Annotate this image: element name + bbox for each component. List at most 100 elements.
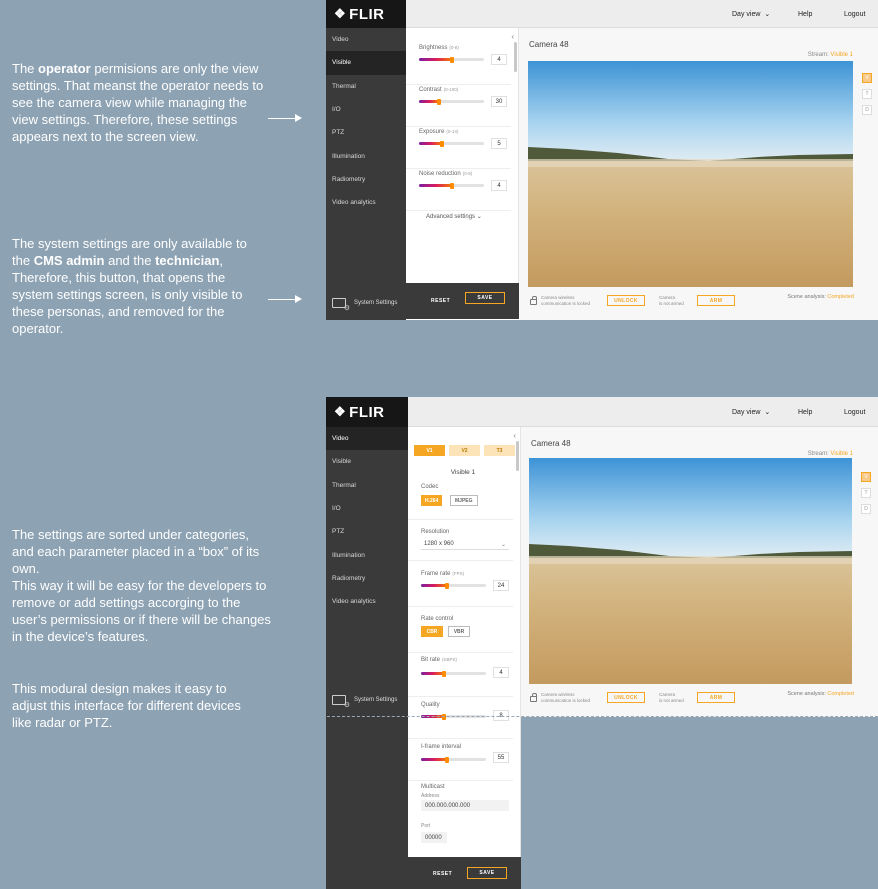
camera-feed[interactable] <box>528 61 853 287</box>
slider-handle[interactable] <box>449 182 454 189</box>
monitor-gear-icon <box>332 695 350 709</box>
sidebar-item-illumination[interactable]: Illumination <box>326 144 406 167</box>
sidebar-item-visible[interactable]: Visible <box>326 450 408 473</box>
sidebar-item-radiometry[interactable]: Radiometry <box>326 168 406 191</box>
sidebar-item-thermal[interactable]: Thermal <box>326 75 406 98</box>
slider-handle[interactable] <box>449 56 454 63</box>
slider-handle[interactable] <box>445 582 449 589</box>
stream-tabs: V1 V2 T3 <box>414 445 515 456</box>
slider-fill <box>419 100 439 103</box>
noise-reduction-value[interactable]: 4 <box>491 180 507 191</box>
logout-link[interactable]: Logout <box>844 397 865 427</box>
camera-title: Camera 48 <box>529 40 569 49</box>
contrast-value[interactable]: 30 <box>491 96 507 107</box>
rate-control-cbr-option[interactable]: CBR <box>421 626 443 637</box>
param-label: I-frame interval <box>421 744 462 750</box>
multicast-port-field[interactable]: 00000 <box>421 832 447 843</box>
panel-scrollbar[interactable] <box>516 441 519 471</box>
camera-feed[interactable] <box>529 458 852 684</box>
panel-scrollbar[interactable] <box>514 42 517 72</box>
bit-rate-slider[interactable] <box>421 670 486 677</box>
dual-channel-button[interactable]: D <box>861 504 871 514</box>
video-settings-panel: ‹ V1 V2 T3 Visible 1 Codec H.264 MJPEG R… <box>408 427 521 857</box>
sidebar-item-ptz[interactable]: PTZ <box>326 520 408 543</box>
visible-channel-button[interactable]: V <box>862 73 872 83</box>
param-iframe-interval: I-frame interval 55 <box>408 741 513 781</box>
unlock-button[interactable]: UNLOCK <box>607 692 645 703</box>
param-exposure: Exposure (0-14) 5 <box>406 129 511 169</box>
slider-handle[interactable] <box>445 756 449 763</box>
save-button[interactable]: SAVE <box>467 867 507 879</box>
slider-fill <box>421 584 447 587</box>
lock-icon <box>530 296 537 305</box>
codec-h264-option[interactable]: H.264 <box>421 495 443 506</box>
arm-status: Camera is not armed <box>659 692 684 703</box>
help-link[interactable]: Help <box>798 397 812 427</box>
frame-rate-slider[interactable] <box>421 582 486 589</box>
tab-v2[interactable]: V2 <box>449 445 480 456</box>
tab-t3[interactable]: T3 <box>484 445 515 456</box>
brightness-slider[interactable] <box>419 56 484 63</box>
operator-arrow <box>268 114 302 122</box>
reset-button[interactable]: RESET <box>433 871 452 877</box>
system-settings-button[interactable]: System Settings <box>332 695 397 709</box>
iframe-interval-value[interactable]: 55 <box>493 752 509 763</box>
flir-logo: ❖ FLIR <box>326 397 408 427</box>
noise-reduction-slider[interactable] <box>419 182 484 189</box>
sidebar-item-thermal[interactable]: Thermal <box>326 474 408 497</box>
iframe-interval-slider[interactable] <box>421 756 486 763</box>
sidebar-item-io[interactable]: I/O <box>326 497 408 520</box>
sidebar-item-video-analytics[interactable]: Video analytics <box>326 590 408 613</box>
resolution-dropdown[interactable]: 1280 x 960 ⌄ <box>421 539 509 550</box>
bit-rate-value[interactable]: 4 <box>493 667 509 678</box>
sidebar-item-visible[interactable]: Visible <box>326 51 406 75</box>
day-view-dropdown[interactable]: Day view ⌄ <box>732 397 770 427</box>
chevron-down-icon: ⌄ <box>764 11 771 18</box>
thermal-channel-button[interactable]: T <box>861 488 871 498</box>
sidebar-item-ptz[interactable]: PTZ <box>326 121 406 144</box>
collapse-panel-icon[interactable]: ‹ <box>513 431 516 440</box>
sidebar-item-video[interactable]: Video <box>326 427 408 451</box>
annotation-bold: technician <box>155 253 220 268</box>
sidebar-item-io[interactable]: I/O <box>326 98 406 121</box>
multicast-address-field[interactable]: 000.000.000.000 <box>421 800 509 811</box>
logout-link[interactable]: Logout <box>844 0 865 28</box>
exposure-value[interactable]: 5 <box>491 138 507 149</box>
system-settings-button[interactable]: System Settings <box>332 298 397 312</box>
reset-button[interactable]: RESET <box>431 298 450 304</box>
thermal-channel-button[interactable]: T <box>862 89 872 99</box>
slider-handle[interactable] <box>440 140 445 147</box>
annotation-text: and the <box>104 253 156 268</box>
exposure-slider[interactable] <box>419 140 484 147</box>
unlock-button[interactable]: UNLOCK <box>607 295 645 306</box>
contrast-slider[interactable] <box>419 98 484 105</box>
slider-fill <box>419 184 452 187</box>
flir-mark-icon: ❖ <box>334 6 347 21</box>
sidebar-item-illumination[interactable]: Illumination <box>326 543 408 566</box>
slider-handle[interactable] <box>436 98 441 105</box>
collapse-panel-icon[interactable]: ‹ <box>511 32 514 41</box>
arm-button[interactable]: ARM <box>697 692 735 703</box>
visible-channel-button[interactable]: V <box>861 472 871 482</box>
param-label: Codec <box>421 484 439 490</box>
brightness-value[interactable]: 4 <box>491 54 507 65</box>
advanced-settings-toggle[interactable]: Advanced settings ⌄ <box>426 213 482 220</box>
help-link[interactable]: Help <box>798 0 812 28</box>
sidebar-item-video-analytics[interactable]: Video analytics <box>326 191 406 214</box>
tab-v1[interactable]: V1 <box>414 445 445 456</box>
flir-app-screen-1: Day view ⌄ Help Logout ❖ FLIR Video Visibl… <box>326 0 878 320</box>
dual-channel-button[interactable]: D <box>862 105 872 115</box>
frame-rate-value[interactable]: 24 <box>493 580 509 591</box>
dropdown-label: Day view <box>732 10 761 18</box>
param-label: Exposure (0-14) <box>419 129 459 135</box>
port-label: Port <box>421 823 431 829</box>
rate-control-vbr-option[interactable]: VBR <box>448 626 470 637</box>
sidebar-item-video[interactable]: Video <box>326 28 406 51</box>
slider-handle[interactable] <box>441 670 446 677</box>
save-button[interactable]: SAVE <box>465 292 505 304</box>
day-view-dropdown[interactable]: Day view ⌄ <box>732 0 770 28</box>
codec-mjpeg-option[interactable]: MJPEG <box>450 495 478 506</box>
arm-button[interactable]: ARM <box>697 295 735 306</box>
sidebar-item-radiometry[interactable]: Radiometry <box>326 567 408 590</box>
top-bar: Day view ⌄ Help Logout <box>326 0 878 28</box>
